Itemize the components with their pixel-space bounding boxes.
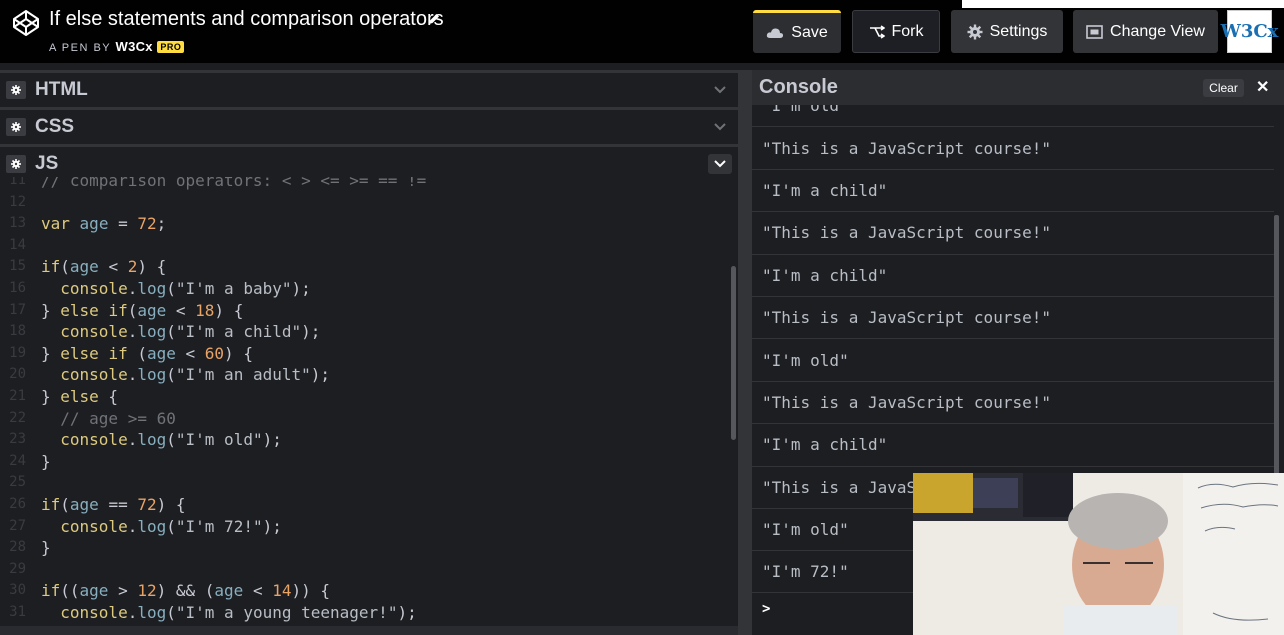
line-number: 29 — [9, 560, 26, 577]
line-number: 20 — [9, 366, 26, 383]
code-text: } — [41, 538, 51, 558]
css-panel-title: CSS — [35, 115, 75, 137]
console-log-entry: "I'm old" — [752, 339, 1274, 382]
console-log-entry: "This is a JavaScript course!" — [752, 212, 1274, 255]
console-log-entry: "This is a JavaScript course!" — [752, 297, 1274, 340]
line-number: 23 — [9, 431, 26, 448]
code-text: if(age < 2) { — [41, 257, 167, 277]
fork-label: Fork — [891, 22, 924, 40]
edit-pencil-icon[interactable] — [427, 12, 441, 26]
code-text: // age >= 60 — [60, 408, 176, 428]
line-number: 13 — [9, 215, 26, 232]
line-number: 25 — [9, 474, 26, 491]
cloud-icon — [767, 28, 784, 38]
pane-resize-handle[interactable] — [738, 70, 752, 635]
settings-button[interactable]: Settings — [951, 10, 1063, 53]
line-number: 19 — [9, 344, 26, 361]
clear-console-button[interactable]: Clear — [1203, 79, 1244, 97]
js-panel-header[interactable]: JS — [0, 144, 738, 180]
code-text: var age = 72; — [41, 214, 167, 234]
editor-horizontal-scrollbar[interactable] — [0, 626, 738, 635]
settings-label: Settings — [989, 22, 1048, 40]
user-avatar[interactable]: W3Cx — [1221, 10, 1278, 53]
js-panel-title: JS — [35, 152, 59, 174]
css-panel-header[interactable]: CSS — [0, 107, 738, 143]
line-number: 24 — [9, 452, 26, 469]
line-number: 30 — [9, 582, 26, 599]
console-log-entry: "This is a JavaScript course!" — [752, 382, 1274, 425]
save-label: Save — [791, 24, 828, 41]
line-number: 16 — [9, 279, 26, 296]
line-number: 31 — [9, 603, 26, 620]
js-chevron-down-icon[interactable] — [708, 153, 732, 174]
console-log-entry: "I'm a child" — [752, 255, 1274, 297]
pro-badge: PRO — [157, 41, 185, 53]
html-settings-icon[interactable] — [6, 80, 26, 99]
line-number: 17 — [9, 301, 26, 318]
fork-button[interactable]: Fork — [852, 10, 940, 53]
fork-icon — [869, 24, 885, 39]
css-chevron-down-icon[interactable] — [708, 117, 732, 137]
layout-icon — [1086, 24, 1103, 39]
line-number: 15 — [9, 258, 26, 275]
console-header: Console Clear ✕ — [752, 70, 1284, 105]
code-text: } else { — [41, 386, 119, 406]
header-bar: If else statements and comparison operat… — [0, 0, 1284, 63]
save-button[interactable]: Save — [753, 10, 841, 53]
code-text: console.log("I'm a child"); — [60, 322, 321, 342]
code-text: // comparison operators: < > <= >= == != — [41, 177, 427, 190]
byline-prefix: A PEN BY — [49, 42, 111, 54]
top-strip — [962, 0, 1284, 8]
code-text: if((age > 12) && (age < 14)) { — [41, 581, 331, 601]
line-number: 12 — [9, 193, 26, 210]
code-text: console.log("I'm a young teenager!"); — [60, 602, 417, 622]
console-log-entry: "I'm old" — [752, 105, 1274, 128]
author-link[interactable]: W3Cx — [116, 39, 153, 54]
html-panel-header[interactable]: HTML — [0, 70, 738, 106]
line-number: 22 — [9, 409, 26, 426]
line-number: 11 — [9, 177, 26, 188]
webcam-video — [913, 473, 1284, 635]
html-panel-title: HTML — [35, 78, 88, 100]
html-chevron-down-icon[interactable] — [708, 80, 732, 100]
js-settings-icon[interactable] — [6, 154, 26, 173]
code-text: console.log("I'm a baby"); — [60, 278, 311, 298]
code-text: } else if(age < 18) { — [41, 300, 244, 320]
console-title: Console — [759, 76, 838, 98]
codepen-logo-icon[interactable] — [12, 9, 40, 37]
code-text: console.log("I'm old"); — [60, 430, 282, 450]
pen-title[interactable]: If else statements and comparison operat… — [49, 8, 444, 31]
close-icon[interactable]: ✕ — [1256, 77, 1269, 97]
gear-icon — [967, 24, 983, 39]
console-log-entry: "This is a JavaScript course!" — [752, 127, 1274, 170]
editor-column: HTML CSS JS 11 // comparison operators: <… — [0, 63, 745, 635]
line-number: 21 — [9, 387, 26, 404]
console-log-entry: "I'm a child" — [752, 424, 1274, 467]
change-view-button[interactable]: Change View — [1073, 10, 1218, 53]
console-prompt[interactable]: > — [762, 601, 770, 617]
line-number: 27 — [9, 517, 26, 534]
change-view-label: Change View — [1110, 22, 1205, 40]
byline: A PEN BY W3Cx PRO — [49, 39, 185, 54]
code-text: if(age == 72) { — [41, 494, 186, 514]
line-number: 14 — [9, 236, 26, 253]
code-text: } else if (age < 60) { — [41, 343, 253, 363]
css-settings-icon[interactable] — [6, 117, 26, 136]
editor-scrollbar[interactable] — [731, 266, 736, 440]
code-text: console.log("I'm an adult"); — [60, 365, 331, 385]
js-code-editor[interactable]: 11 // comparison operators: < > <= >= == … — [0, 177, 738, 635]
code-text: } — [41, 451, 51, 471]
console-log-entry: "I'm a child" — [752, 170, 1274, 213]
line-number: 18 — [9, 323, 26, 340]
line-number: 28 — [9, 539, 26, 556]
code-text: console.log("I'm 72!"); — [60, 516, 282, 536]
presenter-video-icon — [913, 473, 1284, 635]
line-number: 26 — [9, 495, 26, 512]
